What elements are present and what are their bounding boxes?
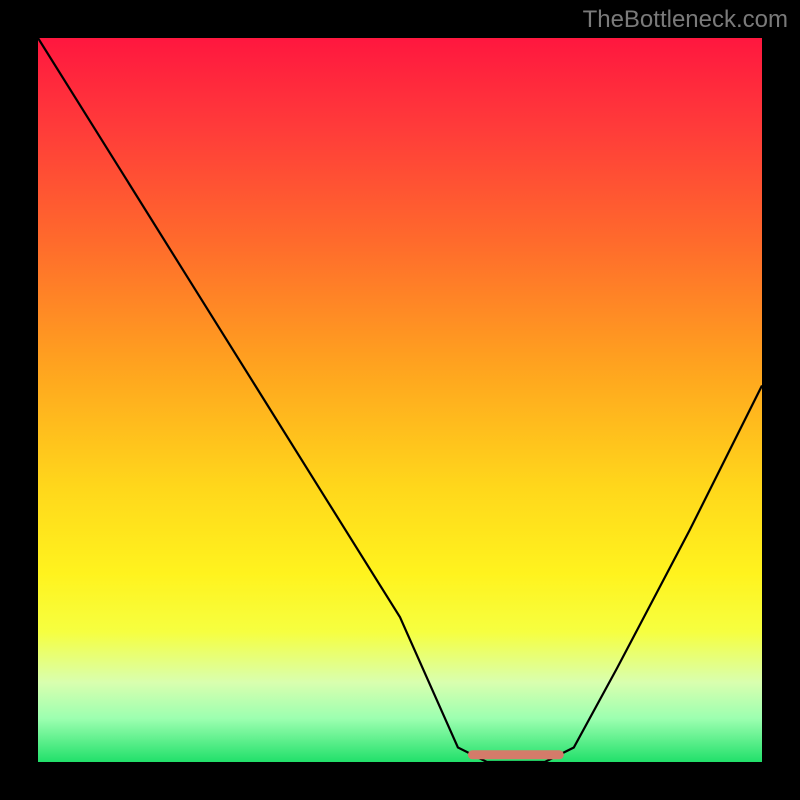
plot-area [38, 38, 762, 762]
bottleneck-curve-svg [38, 38, 762, 762]
watermark-text: TheBottleneck.com [583, 6, 788, 34]
bottleneck-curve-path [38, 38, 762, 762]
